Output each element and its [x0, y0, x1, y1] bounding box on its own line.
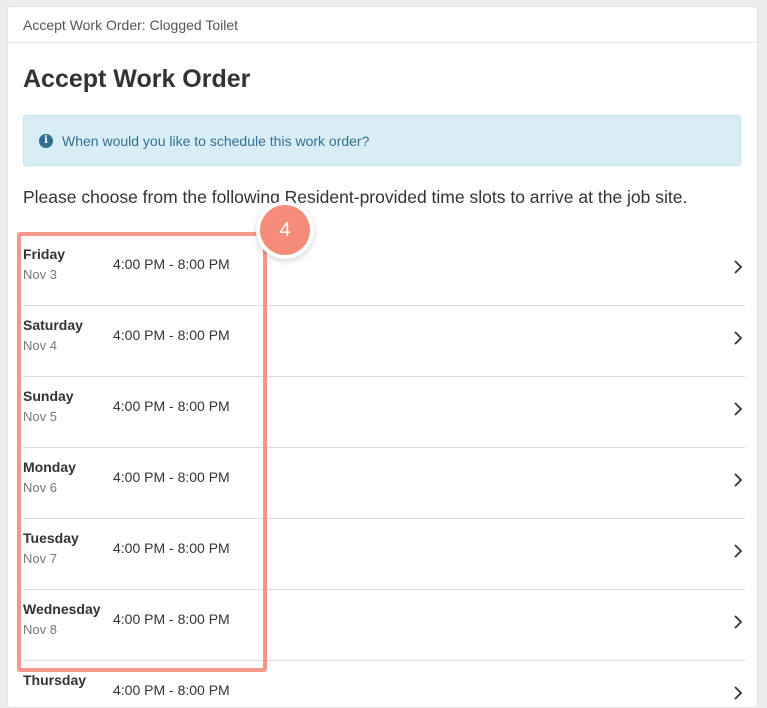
chevron-right-icon [734, 402, 743, 416]
chevron-right-icon [734, 544, 743, 558]
time-slot-row[interactable]: Friday Nov 3 4:00 PM - 8:00 PM [23, 235, 745, 306]
slot-time: 4:00 PM - 8:00 PM [113, 469, 230, 485]
chevron-right-icon [734, 260, 743, 274]
slot-day: Saturday [23, 317, 83, 333]
chevron-right-icon [734, 331, 743, 345]
slot-time: 4:00 PM - 8:00 PM [113, 327, 230, 343]
page-title: Accept Work Order [23, 65, 251, 93]
panel-header: Accept Work Order: Clogged Toilet [8, 7, 757, 43]
slot-date: Nov 7 [23, 551, 57, 566]
slot-date: Nov 4 [23, 338, 57, 353]
slot-date: Nov 6 [23, 480, 57, 495]
time-slot-row[interactable]: Monday Nov 6 4:00 PM - 8:00 PM [23, 448, 745, 519]
slot-day: Sunday [23, 388, 74, 404]
slot-time: 4:00 PM - 8:00 PM [113, 540, 230, 556]
slot-date: Nov 5 [23, 409, 57, 424]
slot-date: Nov 3 [23, 267, 57, 282]
slot-day: Thursday [23, 672, 87, 688]
slot-time: 4:00 PM - 8:00 PM [113, 398, 230, 414]
work-order-panel: Accept Work Order: Clogged Toilet Accept… [7, 6, 758, 708]
slot-day: Wednesday [23, 601, 101, 617]
chevron-right-icon [734, 686, 743, 700]
time-slot-row[interactable]: Wednesday Nov 8 4:00 PM - 8:00 PM [23, 590, 745, 661]
slot-time: 4:00 PM - 8:00 PM [113, 682, 230, 698]
time-slot-row[interactable]: Sunday Nov 5 4:00 PM - 8:00 PM [23, 377, 745, 448]
info-circle-icon: i [39, 133, 53, 148]
chevron-right-icon [734, 615, 743, 629]
slot-day: Monday [23, 459, 76, 475]
slot-day: Tuesday [23, 530, 79, 546]
time-slot-row[interactable]: Thursday 4:00 PM - 8:00 PM [23, 661, 745, 707]
slot-time: 4:00 PM - 8:00 PM [113, 256, 230, 272]
slot-day: Friday [23, 246, 66, 262]
intro-text: Please choose from the following Residen… [23, 187, 688, 207]
info-alert: i When would you like to schedule this w… [23, 115, 741, 166]
chevron-right-icon [734, 473, 743, 487]
time-slot-list: Friday Nov 3 4:00 PM - 8:00 PM Saturday … [23, 235, 745, 707]
tutorial-step-badge: 4 [260, 205, 310, 255]
slot-date: Nov 8 [23, 622, 57, 637]
alert-text: When would you like to schedule this wor… [62, 132, 370, 149]
slot-time: 4:00 PM - 8:00 PM [113, 611, 230, 627]
time-slot-row[interactable]: Tuesday Nov 7 4:00 PM - 8:00 PM [23, 519, 745, 590]
panel-header-title: Accept Work Order: Clogged Toilet [23, 17, 239, 33]
time-slot-row[interactable]: Saturday Nov 4 4:00 PM - 8:00 PM [23, 306, 745, 377]
